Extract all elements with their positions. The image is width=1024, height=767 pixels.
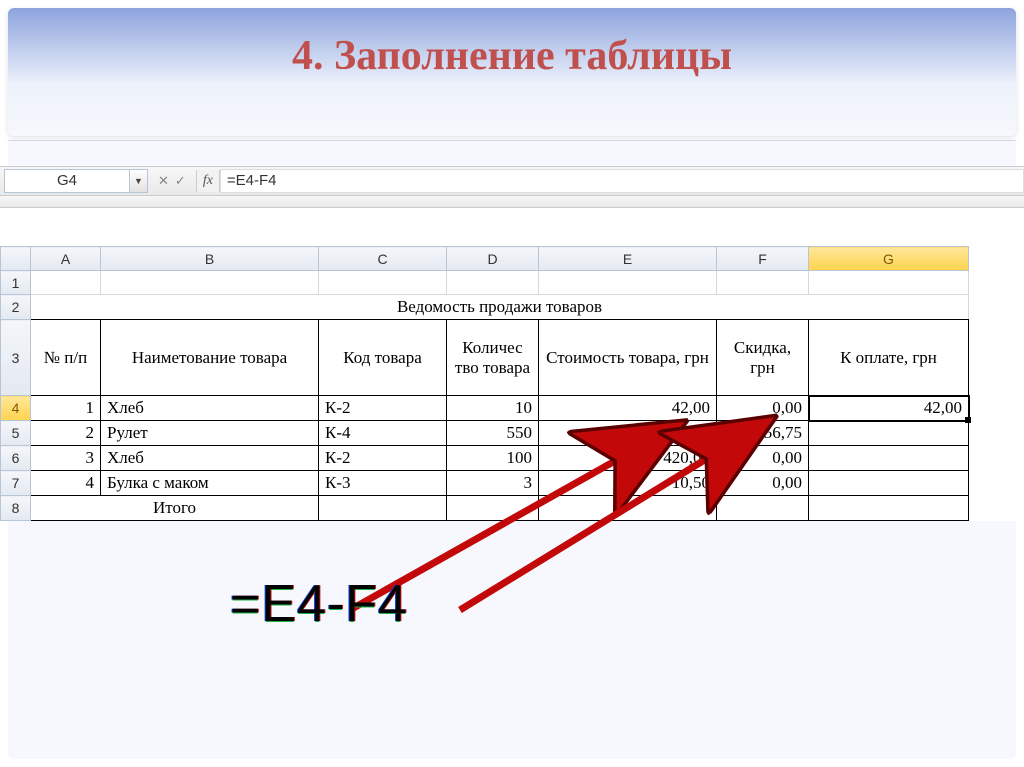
overlay-formula-text: =E4-F4 xyxy=(230,574,408,634)
fx-icon[interactable]: fx xyxy=(196,170,220,192)
cancel-icon[interactable]: ✕ xyxy=(158,173,169,189)
name-box[interactable]: G4 xyxy=(4,169,130,193)
col-header-E[interactable]: E xyxy=(539,247,717,271)
cell-F7[interactable]: 0,00 xyxy=(717,471,809,496)
cell-D8[interactable] xyxy=(447,496,539,521)
sheet-title[interactable]: Ведомость продажи товаров xyxy=(31,295,969,320)
col-header-G[interactable]: G xyxy=(809,247,969,271)
hdr-disc[interactable]: Скидка, грн xyxy=(717,320,809,396)
cell-E4[interactable]: 42,00 xyxy=(539,396,717,421)
hdr-name[interactable]: Наиметование товара xyxy=(101,320,319,396)
row-1: 1 xyxy=(1,271,969,295)
footer-label[interactable]: Итого xyxy=(31,496,319,521)
cell-B5[interactable]: Рулет xyxy=(101,421,319,446)
column-headers: A B C D E F G xyxy=(1,247,969,271)
cell-D4[interactable]: 10 xyxy=(447,396,539,421)
cell-G1[interactable] xyxy=(809,271,969,295)
cell-B7[interactable]: Булка с маком xyxy=(101,471,319,496)
cell-E1[interactable] xyxy=(539,271,717,295)
cell-E7[interactable]: 10,50 xyxy=(539,471,717,496)
formula-input[interactable]: =E4-F4 xyxy=(220,169,1024,193)
cell-G7[interactable] xyxy=(809,471,969,496)
cell-G4-active[interactable]: 42,00 xyxy=(809,396,969,421)
cell-F8[interactable] xyxy=(717,496,809,521)
cell-E8[interactable] xyxy=(539,496,717,521)
row-5: 5 2 Рулет К-4 550 35,00 156,75 xyxy=(1,421,969,446)
cell-B6[interactable]: Хлеб xyxy=(101,446,319,471)
hdr-npp[interactable]: № п/п xyxy=(31,320,101,396)
row-7: 7 4 Булка с маком К-3 3 10,50 0,00 xyxy=(1,471,969,496)
cell-D1[interactable] xyxy=(447,271,539,295)
cell-C7[interactable]: К-3 xyxy=(319,471,447,496)
cell-F4[interactable]: 0,00 xyxy=(717,396,809,421)
cell-A1[interactable] xyxy=(31,271,101,295)
cell-C6[interactable]: К-2 xyxy=(319,446,447,471)
formula-bar-buttons: ✕ ✓ xyxy=(148,173,196,189)
col-header-C[interactable]: C xyxy=(319,247,447,271)
row-header-8[interactable]: 8 xyxy=(1,496,31,521)
accept-icon[interactable]: ✓ xyxy=(175,173,186,189)
cell-A5[interactable]: 2 xyxy=(31,421,101,446)
row-header-6[interactable]: 6 xyxy=(1,446,31,471)
row-4: 4 1 Хлеб К-2 10 42,00 0,00 42,00 xyxy=(1,396,969,421)
cell-A4[interactable]: 1 xyxy=(31,396,101,421)
row-header-4[interactable]: 4 xyxy=(1,396,31,421)
slide-title: 4. Заполнение таблицы xyxy=(8,8,1016,136)
spreadsheet-grid: A B C D E F G 1 2 Ведомость продажи xyxy=(0,246,1024,521)
cell-F5[interactable]: 156,75 xyxy=(717,421,809,446)
row-header-3[interactable]: 3 xyxy=(1,320,31,396)
hdr-code[interactable]: Код товара xyxy=(319,320,447,396)
excel-screenshot: G4 ▼ ✕ ✓ fx =E4-F4 A B C D E F G xyxy=(0,166,1024,521)
cell-D5[interactable]: 550 xyxy=(447,421,539,446)
row-header-5[interactable]: 5 xyxy=(1,421,31,446)
cell-A7[interactable]: 4 xyxy=(31,471,101,496)
row-header-1[interactable]: 1 xyxy=(1,271,31,295)
name-box-dropdown[interactable]: ▼ xyxy=(130,169,148,193)
cell-A6[interactable]: 3 xyxy=(31,446,101,471)
cell-B1[interactable] xyxy=(101,271,319,295)
select-all-corner[interactable] xyxy=(1,247,31,271)
cell-F1[interactable] xyxy=(717,271,809,295)
row-6: 6 3 Хлеб К-2 100 420,00 0,00 xyxy=(1,446,969,471)
cell-E6[interactable]: 420,00 xyxy=(539,446,717,471)
cell-G8[interactable] xyxy=(809,496,969,521)
col-header-F[interactable]: F xyxy=(717,247,809,271)
row-header-2[interactable]: 2 xyxy=(1,295,31,320)
cell-G5[interactable] xyxy=(809,421,969,446)
cell-D7[interactable]: 3 xyxy=(447,471,539,496)
cell-D6[interactable]: 100 xyxy=(447,446,539,471)
cell-C8[interactable] xyxy=(319,496,447,521)
col-header-D[interactable]: D xyxy=(447,247,539,271)
cell-C5[interactable]: К-4 xyxy=(319,421,447,446)
row-3: 3 № п/п Наиметование товара Код товара К… xyxy=(1,320,969,396)
cell-G6[interactable] xyxy=(809,446,969,471)
row-2: 2 Ведомость продажи товаров xyxy=(1,295,969,320)
formula-bar-row: G4 ▼ ✕ ✓ fx =E4-F4 xyxy=(0,166,1024,196)
cell-F6[interactable]: 0,00 xyxy=(717,446,809,471)
col-header-B[interactable]: B xyxy=(101,247,319,271)
row-header-7[interactable]: 7 xyxy=(1,471,31,496)
cell-B4[interactable]: Хлеб xyxy=(101,396,319,421)
hdr-qty[interactable]: Количес тво товара xyxy=(447,320,539,396)
cell-C1[interactable] xyxy=(319,271,447,295)
cell-E5[interactable]: 35,00 xyxy=(539,421,717,446)
ribbon-gap xyxy=(0,196,1024,208)
hdr-pay[interactable]: К оплате, грн xyxy=(809,320,969,396)
cell-C4[interactable]: К-2 xyxy=(319,396,447,421)
row-8: 8 Итого xyxy=(1,496,969,521)
col-header-A[interactable]: A xyxy=(31,247,101,271)
hdr-cost[interactable]: Стоимость товара, грн xyxy=(539,320,717,396)
